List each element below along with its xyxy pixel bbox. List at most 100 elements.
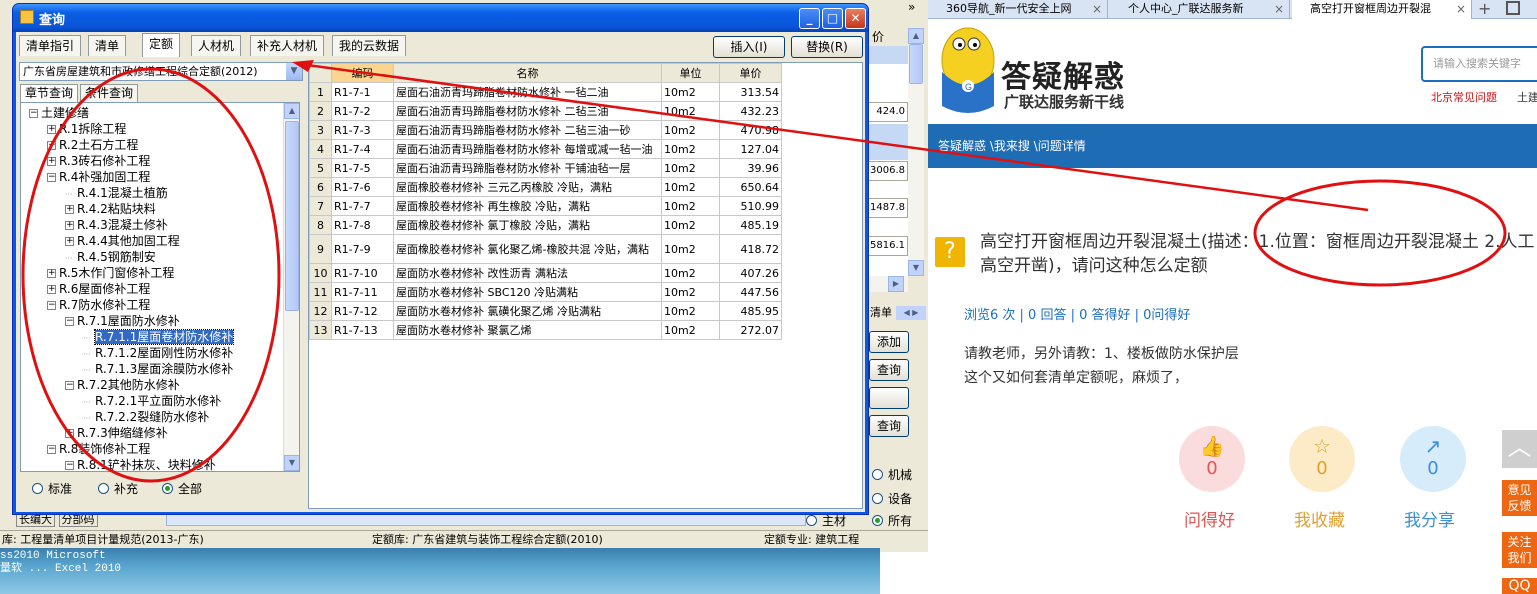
collapse-icon[interactable]: − — [47, 445, 56, 454]
desktop-icon-label[interactable]: 量软 ... Excel 2010 — [0, 563, 121, 576]
insert-button[interactable]: 插入(I) — [713, 36, 785, 58]
collapse-icon[interactable]: − — [29, 109, 38, 118]
code-cell[interactable]: R1-7-11 — [331, 282, 394, 302]
breadcrumb[interactable]: 答疑解惑 \我来搜 \问题详情 — [928, 124, 1537, 168]
code-cell[interactable]: R1-7-8 — [331, 215, 394, 235]
table-row[interactable]: 5 R1-7-5 屋面石油沥青玛蹄脂卷材防水修补 干铺油毡一层 10m2 39.96 — [309, 158, 782, 178]
bg-pager-icon[interactable]: ◀ ▶ — [896, 306, 926, 320]
tree-node[interactable]: ··· R.7.2.1平立面防水修补 — [83, 393, 221, 409]
browser-tab-active[interactable]: 高空打开窗框周边开裂混 — [1292, 0, 1472, 19]
name-cell[interactable]: 屋面防水卷材修补 改性沥青 满粘法 — [393, 263, 662, 283]
bg-radio-main-material[interactable]: 主材 — [806, 514, 846, 528]
hot-link-2[interactable]: 土建 — [1517, 89, 1537, 105]
tree-node[interactable]: − 土建修缮 — [29, 105, 89, 121]
code-cell[interactable]: R1-7-4 — [331, 139, 394, 159]
maximize-icon[interactable]: □ — [822, 8, 843, 29]
code-cell[interactable]: R1-7-5 — [331, 158, 394, 178]
name-cell[interactable]: 屋面石油沥青玛蹄脂卷材防水修补 二毡三油 — [393, 101, 662, 121]
name-cell[interactable]: 屋面石油沥青玛蹄脂卷材防水修补 每增或减一毡一油 — [393, 139, 662, 159]
name-cell[interactable]: 屋面橡胶卷材修补 氯丁橡胶 冷贴，满粘 — [393, 215, 662, 235]
site-logo-title[interactable]: 答疑解惑 — [1001, 52, 1125, 96]
tab-quota[interactable]: 定额 — [142, 33, 181, 57]
feedback-button[interactable]: 意见反馈 — [1502, 480, 1537, 516]
unit-cell[interactable]: 10m2 — [661, 120, 720, 140]
scroll-up-icon[interactable]: ▲ — [284, 103, 299, 119]
table-row[interactable]: 8 R1-7-8 屋面橡胶卷材修补 氯丁橡胶 冷贴，满粘 10m2 485.19 — [309, 215, 782, 235]
price-cell[interactable]: 39.96 — [719, 158, 782, 178]
tree-node[interactable]: + R.3砖石修补工程 — [47, 153, 150, 169]
tree-node[interactable]: + R.2土石方工程 — [47, 137, 138, 153]
tree-node[interactable]: ··· R.4.1混凝土植筋 — [65, 185, 168, 201]
scroll-down-icon[interactable]: ▼ — [284, 455, 299, 471]
code-cell[interactable]: R1-7-13 — [331, 320, 394, 340]
bg-hscroll[interactable]: ▶ — [868, 276, 908, 292]
expand-icon[interactable]: + — [65, 237, 74, 246]
price-cell[interactable]: 418.72 — [719, 234, 782, 264]
row-number[interactable]: 5 — [309, 158, 332, 178]
tab-chapter-query[interactable]: 章节查询 — [20, 84, 79, 102]
table-row[interactable]: 4 R1-7-4 屋面石油沥青玛蹄脂卷材防水修补 每增或减一毡一油 10m2 127.0… — [309, 139, 782, 159]
collapse-icon[interactable]: − — [47, 301, 56, 310]
expand-icon[interactable]: + — [47, 141, 56, 150]
collapse-icon[interactable]: − — [65, 381, 74, 390]
column-header-price[interactable]: 单价 — [719, 63, 782, 83]
tree-node[interactable]: + R.4.4其他加固工程 — [65, 233, 180, 249]
tab-material[interactable]: 人材机 — [191, 35, 242, 56]
price-cell[interactable]: 485.19 — [719, 215, 782, 235]
restore-icon[interactable] — [1506, 1, 1520, 15]
bg-radio-machine[interactable]: 机械 — [872, 468, 912, 482]
table-row[interactable]: 6 R1-7-6 屋面橡胶卷材修补 三元乙丙橡胶 冷贴，满粘 10m2 650.64 — [309, 177, 782, 197]
tabs-overflow-arrow[interactable]: » — [908, 0, 915, 14]
follow-us-button[interactable]: 关注我们 — [1502, 532, 1537, 568]
unit-cell[interactable]: 10m2 — [661, 196, 720, 216]
table-row[interactable]: 11 R1-7-11 屋面防水卷材修补 SBC120 冷贴满粘 10m2 447.56 — [309, 282, 782, 302]
name-cell[interactable]: 屋面防水卷材修补 聚氯乙烯 — [393, 320, 662, 340]
table-row[interactable]: 9 R1-7-9 屋面橡胶卷材修补 氯化聚乙烯-橡胶共混 冷贴，满粘 10m2 418.… — [309, 234, 782, 264]
name-cell[interactable]: 屋面橡胶卷材修补 氯化聚乙烯-橡胶共混 冷贴，满粘 — [393, 234, 662, 264]
tree-node[interactable]: ··· R.7.1.3屋面涂膜防水修补 — [83, 361, 233, 377]
code-cell[interactable]: R1-7-2 — [331, 101, 394, 121]
row-number[interactable]: 1 — [309, 82, 332, 102]
tab-cloud-data[interactable]: 我的云数据 — [332, 35, 407, 56]
close-tab-icon[interactable]: × — [1092, 2, 1102, 16]
tab-list-guide[interactable]: 清单指引 — [19, 35, 82, 56]
table-row[interactable]: 10 R1-7-10 屋面防水卷材修补 改性沥青 满粘法 10m2 407.26 — [309, 263, 782, 283]
tab-condition-query[interactable]: 条件查询 — [80, 84, 139, 102]
row-number[interactable]: 13 — [309, 320, 332, 340]
row-number[interactable]: 11 — [309, 282, 332, 302]
table-row[interactable]: 2 R1-7-2 屋面石油沥青玛蹄脂卷材防水修补 二毡三油 10m2 432.23 — [309, 101, 782, 121]
qq-button[interactable]: QQ — [1502, 578, 1537, 594]
bg-scrollbar[interactable]: ▲ ▼ — [908, 28, 924, 276]
bg-query-button[interactable]: 查询 — [869, 359, 909, 381]
scroll-thumb[interactable] — [285, 121, 299, 311]
code-cell[interactable]: R1-7-10 — [331, 263, 394, 283]
column-header-name[interactable]: 名称 — [393, 63, 662, 83]
browser-tab[interactable]: 个人中心_广联达服务新 — [1110, 0, 1290, 19]
close-tab-icon[interactable]: × — [1274, 2, 1284, 16]
expand-icon[interactable]: + — [47, 125, 56, 134]
close-tab-icon[interactable]: × — [1456, 2, 1466, 16]
table-row[interactable]: 12 R1-7-12 屋面防水卷材修补 氯磺化聚乙烯 冷贴满粘 10m2 485.95 — [309, 301, 782, 321]
minimize-icon[interactable]: _ — [799, 8, 820, 29]
collapse-icon[interactable]: − — [47, 173, 56, 182]
chapter-tree[interactable]: − 土建修缮 + R.1拆除工程 + R.2土石方工程 + R.3砖石修补工程 − R.4补强加固… — [20, 102, 300, 472]
chevron-down-icon[interactable]: ▼ — [286, 63, 302, 80]
table-row[interactable]: 13 R1-7-13 屋面防水卷材修补 聚氯乙烯 10m2 272.07 — [309, 320, 782, 340]
unit-cell[interactable]: 10m2 — [661, 139, 720, 159]
row-number[interactable]: 3 — [309, 120, 332, 140]
unit-cell[interactable]: 10m2 — [661, 215, 720, 235]
like-button[interactable]: 👍 0 — [1179, 426, 1245, 492]
price-cell[interactable]: 313.54 — [719, 82, 782, 102]
unit-cell[interactable]: 10m2 — [661, 177, 720, 197]
price-cell[interactable]: 485.95 — [719, 301, 782, 321]
bg-radio-equipment[interactable]: 设备 — [872, 492, 912, 506]
tree-node[interactable]: − R.7.1屋面防水修补 — [65, 313, 180, 329]
collapse-icon[interactable]: − — [65, 461, 74, 470]
name-cell[interactable]: 屋面石油沥青玛蹄脂卷材防水修补 一毡二油 — [393, 82, 662, 102]
code-cell[interactable]: R1-7-9 — [331, 234, 394, 264]
unit-cell[interactable]: 10m2 — [661, 282, 720, 302]
row-number[interactable]: 12 — [309, 301, 332, 321]
radio-standard[interactable]: 标准 — [32, 482, 72, 496]
tree-node[interactable]: + R.4.2粘贴块料 — [65, 201, 156, 217]
unit-cell[interactable]: 10m2 — [661, 320, 720, 340]
